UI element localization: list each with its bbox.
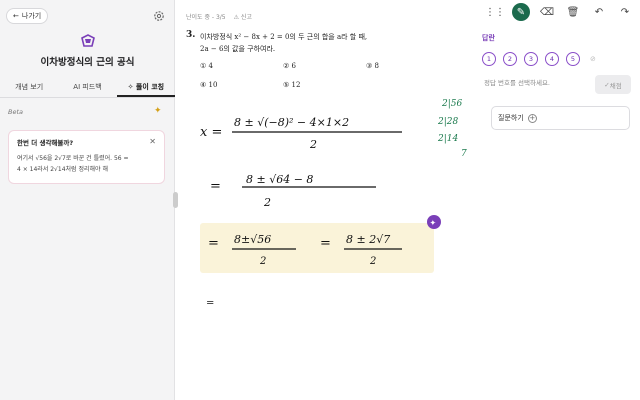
- beta-label: Beta: [8, 108, 23, 116]
- hw-factor-row-4: 7: [461, 149, 467, 159]
- back-label: 나가기: [21, 12, 42, 20]
- difficulty-text: 난이도 중 - 3/5: [186, 14, 226, 21]
- hw-line2-num: 8 ± √64 − 8: [246, 173, 313, 186]
- gear-icon[interactable]: [153, 10, 165, 22]
- answer-choice-2[interactable]: 2: [503, 52, 517, 66]
- undo-icon: ↶: [594, 6, 604, 18]
- tab-ai-feedback[interactable]: AI 피드백: [58, 78, 116, 97]
- choice-1: ① 4: [200, 62, 213, 70]
- lesson-logo-icon: [81, 34, 95, 47]
- feedback-card: 한번 더 생각해볼까? ✕ 여기서 √56을 2√7로 바꾼 건 틀렸어. 56…: [8, 130, 165, 184]
- hw-factor-row-1: 2|56: [441, 99, 462, 109]
- close-icon[interactable]: ✕: [149, 137, 156, 146]
- tab-concept[interactable]: 개념 보기: [0, 78, 58, 97]
- question-number: 3.: [186, 30, 196, 40]
- clear-answer-icon[interactable]: ⊘: [590, 52, 596, 66]
- question-line-2: 2a − 6의 값을 구하여라.: [200, 45, 276, 53]
- answer-label: 답란: [482, 34, 495, 42]
- hw-line1-den: 2: [309, 138, 317, 151]
- eraser-tool-button[interactable]: ⌫: [538, 3, 556, 21]
- answer-choice-3[interactable]: 3: [524, 52, 538, 66]
- choice-2: ② 6: [283, 62, 296, 70]
- lesson-title: 이차방정식의 근의 공식: [40, 57, 135, 68]
- trash-icon: 🗑: [566, 6, 580, 18]
- hw-line3b-den: 2: [369, 256, 376, 267]
- app: ← 나가기 이차방정식의 근의 공식 개념 보기 AI 피드백 ✧ 풀이 코칭 …: [0, 0, 640, 400]
- answer-choice-1[interactable]: 1: [482, 52, 496, 66]
- hw-line2-den: 2: [263, 196, 271, 209]
- question-line-1: 이차방정식 x² − 8x + 2 = 0의 두 근의 합을 a라 할 때,: [200, 33, 368, 41]
- feedback-card-title: 한번 더 생각해볼까?: [17, 139, 74, 147]
- back-button[interactable]: ← 나가기: [6, 8, 49, 24]
- hw-highlight-box: [200, 223, 434, 273]
- hw-line3b-num: 8 ± 2√7: [346, 233, 390, 246]
- alert-icon: ⚠: [233, 14, 241, 21]
- report-label: 신고: [240, 14, 252, 21]
- eraser-icon: ⌫: [539, 6, 555, 18]
- coaching-panel: ← 나가기 이차방정식의 근의 공식 개념 보기 AI 피드백 ✧ 풀이 코칭 …: [0, 0, 175, 400]
- hw-line3b-eq: =: [320, 236, 331, 251]
- answer-choice-5[interactable]: 5: [566, 52, 580, 66]
- grade-label: 채점: [609, 81, 622, 90]
- tab-solution-coaching[interactable]: ✧ 풀이 코칭: [116, 78, 175, 97]
- arrow-left-icon: ←: [13, 12, 19, 20]
- drag-handle-icon[interactable]: ⋮⋮: [485, 3, 505, 21]
- hw-line1-lhs: x =: [200, 125, 222, 140]
- feedback-line-2: 4 × 14라서 2√14처럼 정리해야 해: [17, 166, 108, 173]
- answer-choice-4[interactable]: 4: [545, 52, 559, 66]
- grade-button[interactable]: ✓ 채점: [595, 75, 631, 94]
- sparkle-icon[interactable]: ✦: [154, 106, 162, 116]
- ask-question-button[interactable]: 질문하기 +: [491, 106, 630, 130]
- redo-button[interactable]: ↷: [616, 3, 634, 21]
- undo-button[interactable]: ↶: [590, 3, 608, 21]
- feedback-card-body: 여기서 √56을 2√7로 바꾼 건 틀렸어. 56 = 4 × 14라서 2√…: [17, 153, 156, 175]
- pen-tool-button[interactable]: ✎: [512, 3, 530, 21]
- sparkle-badge-icon: ✦: [430, 219, 437, 228]
- hw-line1-num: 8 ± √(−8)² − 4×1×2: [234, 116, 349, 129]
- tab-coaching-label: 풀이 코칭: [135, 83, 165, 91]
- hw-line2-lhs: =: [210, 179, 221, 194]
- choice-5: ⑤ 12: [283, 81, 301, 89]
- drawing-toolbar: ⋮⋮ ✎ ⌫ 🗑 ↶ ↷ ⤢: [485, 3, 640, 21]
- sparkle-tab-icon: ✧: [127, 83, 136, 91]
- hw-factor-row-2: 2|28: [437, 117, 458, 127]
- question-text: 이차방정식 x² − 8x + 2 = 0의 두 근의 합을 a라 할 때, 2…: [200, 31, 460, 55]
- feedback-line-1: 여기서 √56을 2√7로 바꾼 건 틀렸어. 56 =: [17, 155, 129, 162]
- report-link[interactable]: ⚠ 신고: [234, 12, 252, 21]
- panel-tabs: 개념 보기 AI 피드백 ✧ 풀이 코칭: [0, 78, 175, 98]
- ask-label: 질문하기: [498, 114, 524, 122]
- choice-4: ④ 10: [200, 81, 218, 89]
- hw-line3-lhs: =: [208, 236, 219, 251]
- pen-icon: ✎: [516, 6, 526, 18]
- plus-icon: +: [527, 113, 537, 123]
- hw-line3a-den: 2: [259, 256, 266, 267]
- hw-line4: =: [206, 298, 214, 309]
- question-meta: 난이도 중 - 3/5 ⚠ 신고: [186, 12, 252, 21]
- answer-choices: 1 2 3 4 5 ⊘: [482, 52, 596, 66]
- answer-hint: 정답 번호를 선택하세요.: [484, 79, 550, 87]
- handwriting-canvas[interactable]: x = 8 ± √(−8)² − 4×1×2 2 = 8 ± √64 − 8 2…: [176, 92, 476, 400]
- hw-line3a-num: 8±√56: [234, 233, 271, 246]
- hw-factor-row-3: 2|14: [437, 134, 458, 144]
- trash-button[interactable]: 🗑: [564, 3, 582, 21]
- choice-3: ③ 8: [366, 62, 379, 70]
- redo-icon: ↷: [620, 6, 630, 18]
